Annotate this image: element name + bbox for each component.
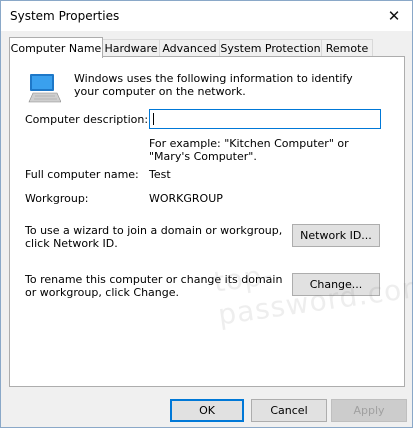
intro-text: Windows uses the following information t… (74, 72, 353, 98)
tab-advanced[interactable]: Advanced (159, 39, 220, 57)
tab-strip: Computer Name Hardware Advanced System P… (9, 37, 404, 58)
cancel-button[interactable]: Cancel (251, 399, 327, 422)
title-bar: System Properties ✕ (1, 1, 412, 31)
full-computer-name-value: Test (149, 168, 171, 181)
workgroup-label: Workgroup: (25, 192, 89, 205)
window-title: System Properties (10, 9, 120, 23)
full-computer-name-label: Full computer name: (25, 168, 139, 181)
workgroup-value: WORKGROUP (149, 192, 223, 205)
tab-remote[interactable]: Remote (321, 39, 373, 57)
tab-system-protection[interactable]: System Protection (219, 39, 322, 57)
computer-description-input[interactable] (149, 109, 381, 129)
text-caret (153, 113, 154, 125)
network-id-instructions: To use a wizard to join a domain or work… (25, 224, 283, 250)
computer-icon (28, 74, 61, 103)
system-properties-window: System Properties ✕ Computer Name Hardwa… (0, 0, 413, 428)
description-example: For example: "Kitchen Computer" or "Mary… (149, 137, 349, 163)
close-icon[interactable]: ✕ (376, 1, 412, 31)
computer-name-panel: Windows uses the following information t… (9, 56, 413, 387)
ok-button[interactable]: OK (170, 399, 244, 422)
apply-button[interactable]: Apply (331, 399, 407, 422)
tab-hardware[interactable]: Hardware (102, 39, 160, 57)
computer-description-label: Computer description: (25, 113, 149, 126)
watermark-text: top-password.com (211, 257, 413, 332)
tab-computer-name[interactable]: Computer Name (9, 37, 103, 58)
